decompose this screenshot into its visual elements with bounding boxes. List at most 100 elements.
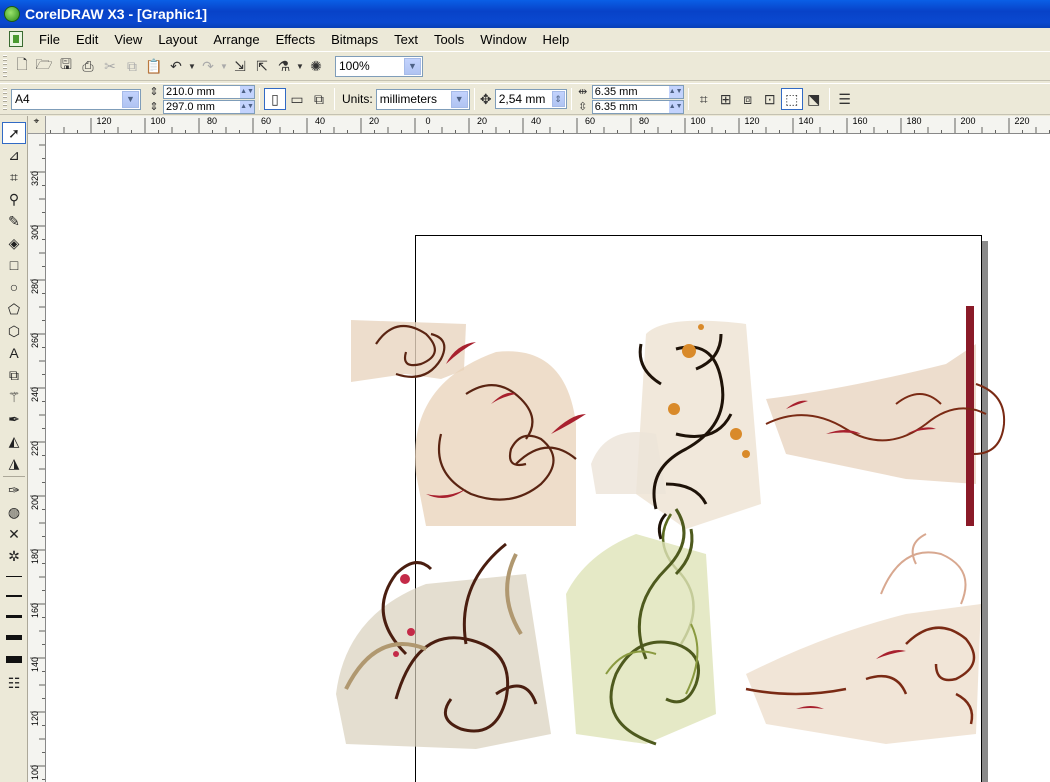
basic-shapes-tool-icon[interactable]: ⬡ [2, 320, 26, 342]
zoom-value: 100% [339, 59, 370, 73]
interactive-fill-tool-icon[interactable]: ◮ [2, 452, 26, 474]
undo-dropdown-icon[interactable]: ▼ [187, 55, 197, 77]
chevron-down-icon[interactable]: ▼ [450, 90, 468, 108]
save-icon[interactable]: 🖫 [55, 55, 77, 77]
import-icon[interactable]: ⇲ [229, 55, 251, 77]
cut-icon[interactable]: ✂ [99, 55, 121, 77]
color-docker-icon[interactable]: ☷ [2, 672, 26, 694]
menu-arrange[interactable]: Arrange [205, 32, 267, 47]
menu-view[interactable]: View [106, 32, 150, 47]
open-icon[interactable]: 🗁 [33, 55, 55, 77]
zoom-tool-icon[interactable]: ⚲ [2, 188, 26, 210]
snap-to-objects-icon[interactable]: ⧈ [737, 88, 759, 110]
menu-file[interactable]: File [31, 32, 68, 47]
spin-arrows-icon[interactable]: ▲▼ [240, 85, 254, 98]
toolbar-grip[interactable] [3, 55, 7, 77]
floral-vine-green[interactable] [566, 508, 716, 746]
chevron-down-icon[interactable]: ▼ [122, 90, 139, 108]
spin-arrows-icon[interactable]: ▲▼ [668, 100, 683, 113]
floral-swirl-bottom-right[interactable] [745, 533, 981, 744]
application-launcher-icon[interactable]: ⚗ [273, 55, 295, 77]
portrait-icon[interactable]: ▯ [264, 88, 286, 110]
floral-swirl-top-left[interactable] [351, 320, 586, 526]
crop-tool-icon[interactable]: ⌗ [2, 166, 26, 188]
text-tool-icon[interactable]: A [2, 342, 26, 364]
paper-size-combo[interactable]: A4 ▼ [11, 88, 141, 110]
paper-height-field[interactable]: 297.0 mm ▲▼ [163, 99, 255, 114]
floral-swirl-bottom-left[interactable] [336, 542, 551, 749]
units-combo[interactable]: millimeters ▼ [375, 88, 470, 110]
outline-width-swatch[interactable] [5, 656, 22, 663]
spin-arrows-icon[interactable]: ▲▼ [668, 85, 683, 98]
export-icon[interactable]: ⇱ [251, 55, 273, 77]
ruler-label: 60 [584, 116, 596, 126]
menu-layout[interactable]: Layout [150, 32, 205, 47]
freehand-tool-icon[interactable]: ✎ [2, 210, 26, 232]
spin-arrows-icon[interactable]: ▲▼ [240, 100, 254, 113]
new-document-icon[interactable]: 🗋 [11, 55, 33, 77]
menu-edit[interactable]: Edit [68, 32, 106, 47]
ellipse-tool-icon[interactable]: ○ [2, 276, 26, 298]
chevron-down-icon[interactable]: ▼ [404, 57, 421, 75]
menu-tools[interactable]: Tools [426, 32, 472, 47]
menu-help[interactable]: Help [535, 32, 578, 47]
redo-icon[interactable]: ↷ [197, 55, 219, 77]
nudge-offset-field[interactable]: 2,54 mm ⇕ [494, 89, 567, 109]
outline-color-icon[interactable]: ◍ [2, 501, 26, 523]
menu-text[interactable]: Text [386, 32, 426, 47]
property-bar-grip[interactable] [3, 88, 7, 110]
menu-effects[interactable]: Effects [268, 32, 324, 47]
snap-to-grid-icon[interactable]: ⌗ [693, 88, 715, 110]
outline-width-swatch[interactable] [5, 615, 22, 618]
polygon-tool-icon[interactable]: ⬠ [2, 298, 26, 320]
horizontal-ruler[interactable]: 120 100 80 60 40 20 0 20 40 60 80 100 120 140 160 180 20… [46, 116, 1050, 134]
copy-icon[interactable]: ⧉ [121, 55, 143, 77]
duplicate-y-field[interactable]: 6.35 mm ▲▼ [591, 99, 684, 114]
ruler-label: 180 [30, 548, 40, 564]
draw-selection-icon[interactable]: ⬔ [803, 88, 825, 110]
duplicate-x-field[interactable]: 6.35 mm ▲▼ [591, 84, 684, 99]
undo-icon[interactable]: ↶ [165, 55, 187, 77]
units-value: millimeters [379, 92, 438, 106]
treat-as-filled-icon[interactable]: ⬚ [780, 88, 803, 110]
floral-artwork[interactable] [46, 134, 1050, 782]
launcher-dropdown-icon[interactable]: ▼ [295, 55, 305, 77]
corel-online-icon[interactable]: ✺ [305, 55, 327, 77]
zoom-levels-combo[interactable]: 100% ▼ [335, 55, 423, 77]
shape-tool-icon[interactable]: ⊿ [2, 144, 26, 166]
outline-width-swatch[interactable] [5, 635, 22, 640]
spin-arrows-icon[interactable]: ⇕ [551, 91, 565, 107]
pick-tool-icon[interactable]: ➚ [2, 122, 26, 144]
floral-border-right[interactable] [765, 306, 1006, 526]
all-pages-icon[interactable]: ⧉ [308, 88, 330, 110]
ruler-label: 120 [744, 116, 760, 126]
interactive-blend-tool-icon[interactable]: ⧉ [2, 364, 26, 386]
fill-tool-icon[interactable]: ◭ [2, 430, 26, 452]
eyedropper-tool-icon[interactable]: ⚚ [2, 386, 26, 408]
outline-tool-icon[interactable]: ✒ [2, 408, 26, 430]
snap-to-guidelines-icon[interactable]: ⊞ [715, 88, 737, 110]
ruler-label: 160 [852, 116, 868, 126]
outline-width-swatch[interactable] [5, 576, 22, 577]
document-icon[interactable] [9, 31, 23, 47]
options-icon[interactable]: ☰ [834, 88, 856, 110]
redo-dropdown-icon[interactable]: ▼ [219, 55, 229, 77]
rectangle-tool-icon[interactable]: □ [2, 254, 26, 276]
ruler-label: 40 [314, 116, 326, 126]
menu-bitmaps[interactable]: Bitmaps [323, 32, 386, 47]
print-icon[interactable]: ⎙ [77, 55, 99, 77]
landscape-icon[interactable]: ▭ [286, 88, 308, 110]
outline-pen-icon[interactable]: ✑ [2, 479, 26, 501]
outline-width-swatch[interactable] [5, 595, 22, 597]
paper-width-field[interactable]: 210.0 mm ▲▼ [163, 84, 255, 99]
drawing-canvas[interactable] [46, 134, 1050, 782]
ruler-origin[interactable]: ⌖ [28, 116, 46, 134]
vertical-ruler[interactable]: 320 300 280 260 240 220 200 180 160 140 120 100 [28, 134, 46, 782]
hairline-outline-icon[interactable]: ✲ [2, 545, 26, 567]
ruler-label: 140 [798, 116, 814, 126]
no-outline-icon[interactable]: ✕ [2, 523, 26, 545]
dynamic-guides-icon[interactable]: ⊡ [759, 88, 781, 110]
menu-window[interactable]: Window [472, 32, 534, 47]
smart-fill-tool-icon[interactable]: ◈ [2, 232, 26, 254]
paste-icon[interactable]: 📋 [143, 55, 165, 77]
